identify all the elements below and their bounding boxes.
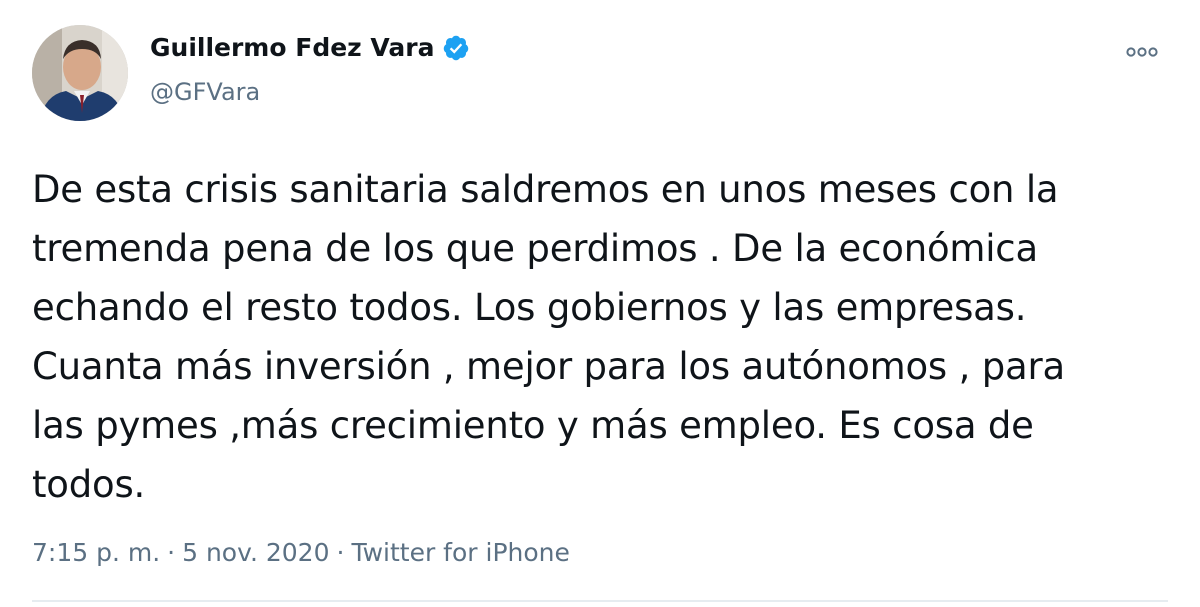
author-name[interactable]: Guillermo Fdez Vara xyxy=(150,33,434,62)
meta-separator: · xyxy=(336,538,345,567)
author-handle[interactable]: @GFVara xyxy=(150,78,260,106)
tweet-metadata: 7:15 p. m. · 5 nov. 2020 · Twitter for iPhon… xyxy=(32,538,570,567)
tweet-source[interactable]: Twitter for iPhone xyxy=(351,538,569,567)
avatar[interactable] xyxy=(32,25,128,121)
avatar-image xyxy=(32,25,128,121)
tweet-date[interactable]: 5 nov. 2020 xyxy=(182,538,329,567)
tweet-text-line: De esta crisis sanitaria saldremos en un… xyxy=(32,168,1059,211)
divider xyxy=(32,600,1168,602)
author-name-row[interactable]: Guillermo Fdez Vara xyxy=(150,33,470,62)
meta-separator: · xyxy=(167,538,176,567)
tweet-text-line: todos. xyxy=(32,463,146,506)
tweet-text-line: echando el resto todos. Los gobiernos y … xyxy=(32,286,1027,329)
tweet-text: De esta crisis sanitaria saldremos en un… xyxy=(32,160,1172,514)
verified-badge-icon xyxy=(442,34,470,62)
more-options-icon[interactable] xyxy=(1122,40,1162,64)
tweet-card: Guillermo Fdez Vara @GFVara De esta cris… xyxy=(0,0,1200,607)
tweet-text-line: las pymes ,más crecimiento y más empleo.… xyxy=(32,404,1034,447)
tweet-text-line: Cuanta más inversión , mejor para los au… xyxy=(32,345,1065,388)
tweet-time[interactable]: 7:15 p. m. xyxy=(32,538,160,567)
tweet-text-line: tremenda pena de los que perdimos . De l… xyxy=(32,227,1038,270)
